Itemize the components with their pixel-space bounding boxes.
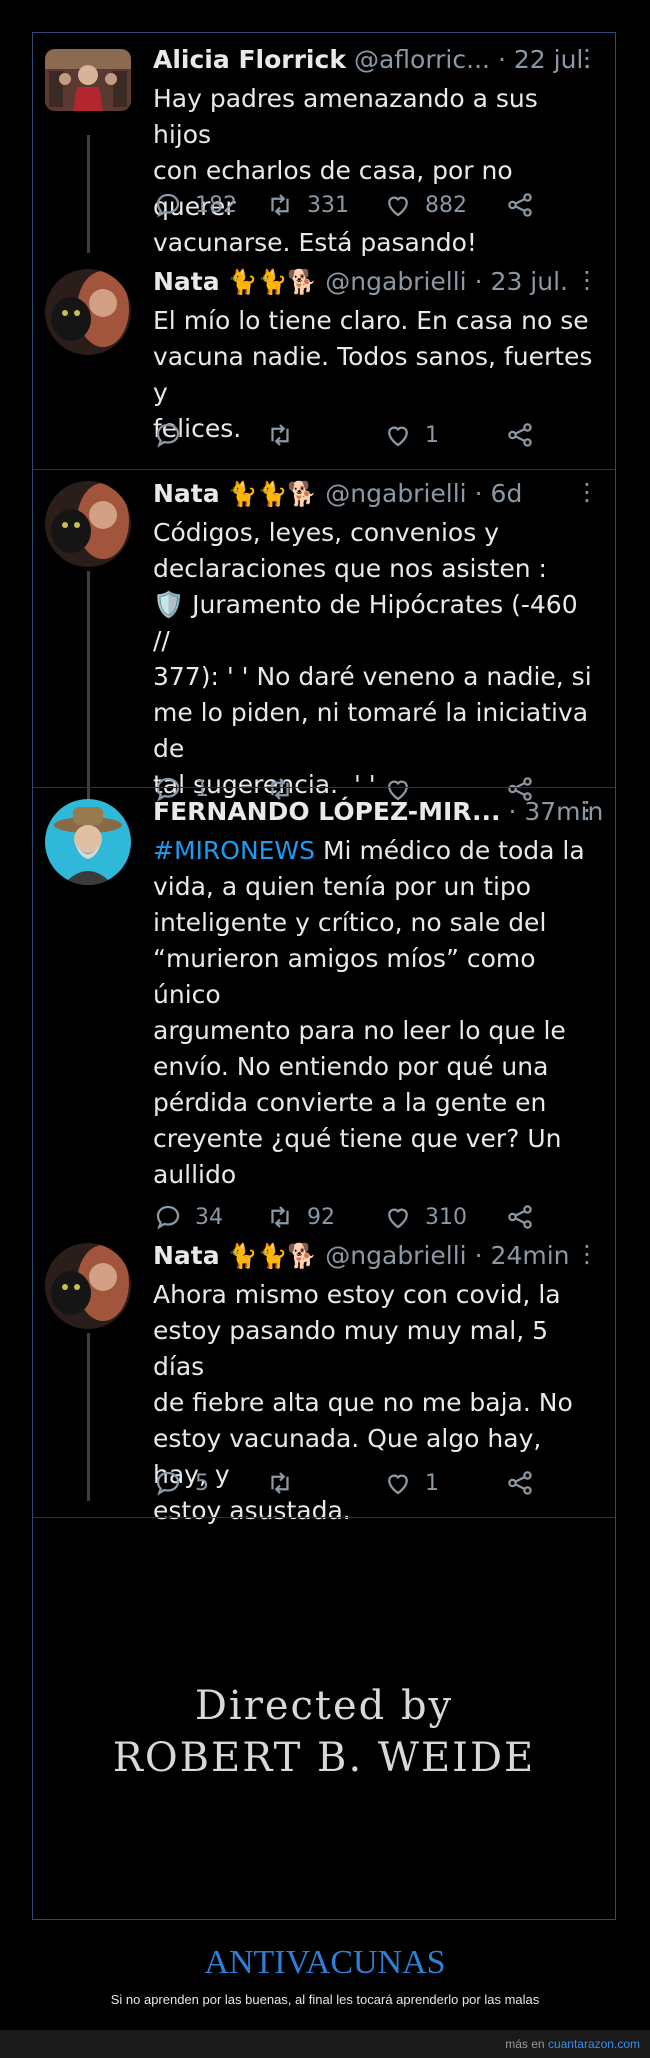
reply-button[interactable]: 182 <box>153 187 237 223</box>
avatar[interactable] <box>45 49 131 111</box>
author-name[interactable]: Nata <box>153 477 220 511</box>
heart-icon <box>388 426 408 447</box>
retweet-icon <box>271 424 289 446</box>
share-icon <box>508 423 532 447</box>
avatar[interactable] <box>45 799 131 885</box>
heart-icon <box>388 1474 408 1495</box>
thread-line <box>87 1333 90 1501</box>
reply-icon <box>156 423 180 448</box>
timestamp[interactable]: · 24min <box>475 1239 570 1273</box>
like-count: 310 <box>425 1204 467 1230</box>
tweet-actions: 5 1 <box>153 1465 553 1501</box>
tweet-header: Nata 🐈🐈🐕 @ngabrielli · 23 jul. ⋮ <box>153 265 601 299</box>
more-options-icon[interactable]: ⋮ <box>575 43 599 73</box>
tweet-header: Nata 🐈🐈🐕 @ngabrielli · 24min ⋮ <box>153 1239 601 1273</box>
share-button[interactable] <box>505 1199 547 1235</box>
more-options-icon[interactable]: ⋮ <box>575 265 599 295</box>
share-button[interactable] <box>505 417 547 453</box>
reply-button[interactable]: 5 <box>153 1465 209 1501</box>
reply-icon <box>156 193 180 218</box>
retweet-button[interactable]: 331 <box>265 187 349 223</box>
tweet-separator <box>33 469 615 470</box>
retweet-button[interactable]: 92 <box>265 1199 335 1235</box>
author-handle[interactable]: @ngabrielli <box>325 265 466 299</box>
avatar[interactable] <box>45 1243 131 1329</box>
author-handle[interactable]: @aflorric... <box>354 43 490 77</box>
like-count: 1 <box>425 422 439 448</box>
like-count: 1 <box>425 1470 439 1496</box>
retweet-button[interactable] <box>265 1465 307 1501</box>
tweet-text: Hay padres amenazando a sus hijos con ec… <box>153 84 538 257</box>
retweet-count: 92 <box>307 1204 335 1230</box>
author-name[interactable]: Alicia Florrick <box>153 43 346 77</box>
director-name: ROBERT B. WEIDE <box>112 1735 536 1781</box>
more-options-icon[interactable]: ⋮ <box>575 1239 599 1269</box>
tweet-text: #MIRONEWS Mi médico de toda la vida, a q… <box>153 833 601 1193</box>
share-button[interactable] <box>505 1465 547 1501</box>
tweet-actions: 1 <box>153 417 553 453</box>
tweet[interactable]: Nata 🐈🐈🐕 @ngabrielli · 24min ⋮ Ahora mis… <box>33 1239 615 1529</box>
share-icon <box>508 1205 532 1229</box>
tweet-text: Códigos, leyes, convenios y declaracione… <box>153 518 592 799</box>
post-subtitle: Si no aprenden por las buenas, al final … <box>110 1992 540 2007</box>
cat-dog-emoji: 🐈🐈🐕 <box>227 480 318 508</box>
reply-button[interactable] <box>153 417 195 453</box>
thread-line <box>87 135 90 253</box>
cat-dog-emoji: 🐈🐈🐕 <box>227 1242 318 1270</box>
timestamp[interactable]: · 6d <box>475 477 523 511</box>
avatar[interactable] <box>45 481 131 567</box>
author-name[interactable]: FERNANDO LÓPEZ-MIR... <box>153 795 500 829</box>
tweet-separator <box>33 1517 615 1518</box>
reply-icon <box>156 1205 180 1230</box>
author-handle[interactable]: @ngabrielli <box>325 1239 466 1273</box>
like-button[interactable]: 1 <box>383 1465 439 1501</box>
more-options-icon[interactable]: ⋮ <box>575 795 599 825</box>
share-icon <box>508 193 532 217</box>
avatar[interactable] <box>45 269 131 355</box>
reply-count: 5 <box>195 1470 209 1496</box>
tweet-actions: 34 92 310 <box>153 1199 553 1235</box>
like-button[interactable]: 310 <box>383 1199 467 1235</box>
reply-icon <box>156 1471 180 1496</box>
tweet[interactable]: Nata 🐈🐈🐕 @ngabrielli · 6d ⋮ Códigos, ley… <box>33 477 615 817</box>
directed-by-line: Directed by <box>194 1683 454 1729</box>
tweet-actions: 182 331 882 <box>153 187 553 223</box>
retweet-button[interactable] <box>265 417 307 453</box>
like-button[interactable]: 882 <box>383 187 467 223</box>
credit-prefix: más en <box>505 2037 545 2051</box>
share-icon <box>508 1471 532 1495</box>
tweet[interactable]: FERNANDO LÓPEZ-MIR... · 37min ⋮ #MIRONEW… <box>33 795 615 1243</box>
like-count: 882 <box>425 192 467 218</box>
author-name[interactable]: Nata <box>153 265 220 299</box>
post-title[interactable]: ANTIVACUNAS <box>0 1944 650 1982</box>
more-options-icon[interactable]: ⋮ <box>575 477 599 507</box>
retweet-count: 331 <box>307 192 349 218</box>
tweet-separator <box>33 787 615 788</box>
share-button[interactable] <box>505 187 547 223</box>
author-handle[interactable]: @ngabrielli <box>325 477 466 511</box>
retweet-icon <box>271 1472 289 1494</box>
screenshot-frame: Alicia Florrick @aflorric... · 22 jul. ⋮… <box>32 32 616 1920</box>
tweet-header: Nata 🐈🐈🐕 @ngabrielli · 6d ⋮ <box>153 477 601 511</box>
tweet-header: FERNANDO LÓPEZ-MIR... · 37min ⋮ <box>153 795 603 829</box>
tweet[interactable]: Nata 🐈🐈🐕 @ngabrielli · 23 jul. ⋮ El mío … <box>33 265 615 480</box>
heart-icon <box>388 196 408 217</box>
retweet-icon <box>271 1206 289 1228</box>
reply-button[interactable]: 34 <box>153 1199 223 1235</box>
tweet-text-content: Mi médico de toda la vida, a quien tenía… <box>153 836 585 1189</box>
cat-dog-emoji: 🐈🐈🐕 <box>227 268 318 296</box>
reply-count: 34 <box>195 1204 223 1230</box>
hashtag-link[interactable]: #MIRONEWS <box>153 836 315 865</box>
thread-line <box>87 571 90 809</box>
tweet[interactable]: Alicia Florrick @aflorric... · 22 jul. ⋮… <box>33 43 615 258</box>
reply-count: 182 <box>195 192 237 218</box>
tweet-header: Alicia Florrick @aflorric... · 22 jul. ⋮ <box>153 43 601 77</box>
heart-icon <box>388 1208 408 1229</box>
site-link[interactable]: cuantarazon.com <box>548 2037 640 2051</box>
author-name[interactable]: Nata <box>153 1239 220 1273</box>
timestamp[interactable]: · 23 jul. <box>475 265 568 299</box>
like-button[interactable]: 1 <box>383 417 439 453</box>
site-credit: más en cuantarazon.com <box>0 2030 650 2058</box>
retweet-icon <box>271 194 289 216</box>
